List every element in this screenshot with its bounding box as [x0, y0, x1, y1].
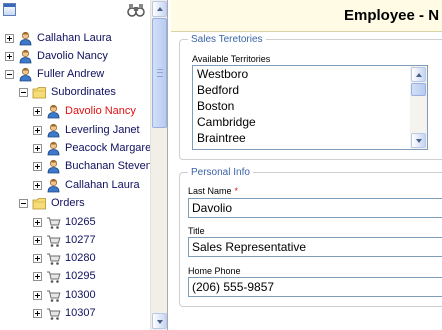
expand-icon[interactable]	[33, 125, 42, 135]
tree-node-label[interactable]: Peacock Margaret	[65, 142, 150, 154]
personal-info-legend: Personal Info	[191, 167, 250, 178]
expand-icon[interactable]	[33, 271, 42, 281]
available-territories-label: Available Territories	[192, 54, 271, 64]
person-icon	[18, 31, 33, 46]
list-item[interactable]: Westboro	[197, 67, 248, 83]
person-icon	[46, 159, 61, 174]
person-icon	[46, 123, 61, 138]
person-icon	[46, 178, 61, 193]
last-name-field[interactable]	[188, 198, 442, 218]
expand-icon[interactable]	[33, 217, 42, 227]
cart-icon	[46, 251, 61, 266]
tree-node[interactable]: Davolio Nancy	[33, 103, 136, 119]
tree-node[interactable]: 10277	[33, 232, 96, 248]
list-item[interactable]: Braintree	[197, 131, 246, 147]
list-item[interactable]: Cambridge	[197, 115, 256, 131]
tree-node[interactable]: 10265	[33, 214, 96, 230]
tree-node[interactable]: 10300	[33, 287, 96, 303]
expand-icon[interactable]	[33, 253, 42, 263]
territories-listbox[interactable]: Westboro Bedford Boston Cambridge Braint…	[192, 65, 428, 150]
expand-icon[interactable]	[33, 161, 42, 171]
tree-node-label[interactable]: 10277	[65, 234, 96, 246]
tree-node[interactable]: Callahan Laura	[5, 30, 112, 46]
expand-icon[interactable]	[33, 143, 42, 153]
list-item[interactable]: Bedford	[197, 83, 239, 99]
title-label: Title	[188, 226, 205, 236]
tree-node-label[interactable]: 10280	[65, 252, 96, 264]
tree-pane: Callahan Laura Davolio Nancy Fuller Andrew…	[0, 0, 167, 330]
person-icon	[46, 104, 61, 119]
tree-scrollbar[interactable]	[150, 0, 167, 330]
tree-node-label[interactable]: Subordinates	[51, 86, 116, 98]
form-title: Employee - N	[344, 7, 440, 24]
tree-node-label[interactable]: Callahan Laura	[37, 32, 112, 44]
expand-icon[interactable]	[33, 308, 42, 318]
scroll-thumb[interactable]	[152, 18, 167, 128]
cart-icon	[46, 215, 61, 230]
cart-icon	[46, 306, 61, 321]
tree-node[interactable]: 10295	[33, 268, 96, 284]
tree-node[interactable]: Davolio Nancy	[5, 48, 108, 64]
folder-icon	[32, 85, 47, 100]
tree-node-label[interactable]: Callahan Laura	[65, 179, 140, 191]
required-marker: *	[234, 186, 239, 196]
tree-node[interactable]: Subordinates	[19, 84, 116, 100]
listbox-scroll-up-button[interactable]	[411, 67, 426, 82]
tree-node-label[interactable]: Davolio Nancy	[65, 105, 136, 117]
tree-toolbar	[0, 0, 150, 22]
tree-node[interactable]: Callahan Laura	[33, 177, 140, 193]
last-name-label-text: Last Name	[188, 186, 232, 196]
cart-icon	[46, 269, 61, 284]
tree-node[interactable]: 10307	[33, 305, 96, 321]
listbox-scroll-down-button[interactable]	[411, 133, 426, 148]
expand-icon[interactable]	[33, 290, 42, 300]
tree-node[interactable]: 10280	[33, 250, 96, 266]
tree-node[interactable]: Leverling Janet	[33, 122, 140, 138]
employee-form: Employee - N Sales Teretories Available …	[171, 0, 442, 330]
home-phone-field[interactable]	[188, 277, 442, 297]
tree-node-label[interactable]: 10295	[65, 270, 96, 282]
cart-icon	[46, 233, 61, 248]
window-toggle-icon[interactable]	[3, 3, 16, 16]
person-icon	[18, 67, 33, 82]
home-phone-label: Home Phone	[188, 266, 241, 276]
scroll-up-button[interactable]	[152, 1, 167, 17]
tree-node[interactable]: Orders	[19, 195, 85, 211]
tree-node-label[interactable]: Leverling Janet	[65, 124, 140, 136]
expand-icon[interactable]	[5, 51, 14, 61]
tree-node-label[interactable]: Orders	[51, 197, 85, 209]
person-icon	[18, 49, 33, 64]
tree-node-label[interactable]: Davolio Nancy	[37, 50, 108, 62]
expand-icon[interactable]	[33, 106, 42, 116]
tree-view: Callahan Laura Davolio Nancy Fuller Andrew…	[0, 22, 150, 330]
tree-node-label[interactable]: Fuller Andrew	[37, 68, 104, 80]
cart-icon	[46, 288, 61, 303]
tree-node-label[interactable]: 10300	[65, 289, 96, 301]
binoculars-icon[interactable]	[126, 2, 146, 18]
tree-node-label[interactable]: 10265	[65, 216, 96, 228]
form-header: Employee - N	[171, 0, 442, 32]
grip-icon	[157, 69, 163, 77]
title-field[interactable]	[188, 237, 442, 257]
collapse-icon[interactable]	[5, 69, 14, 79]
scroll-down-button[interactable]	[152, 313, 167, 329]
person-icon	[46, 141, 61, 156]
tree-node-label[interactable]: 10307	[65, 307, 96, 319]
listbox-scroll-thumb[interactable]	[411, 83, 426, 96]
tree-node-label[interactable]: Buchanan Steven	[65, 160, 150, 172]
expand-icon[interactable]	[5, 33, 14, 43]
territories-legend: Sales Teretories	[191, 34, 263, 45]
expand-icon[interactable]	[33, 235, 42, 245]
listbox-scrollbar[interactable]	[410, 66, 427, 149]
tree-node[interactable]: Peacock Margaret	[33, 140, 150, 156]
last-name-label: Last Name *	[188, 186, 238, 196]
tree-node[interactable]: Buchanan Steven	[33, 158, 150, 174]
tree-node[interactable]: Fuller Andrew	[5, 66, 104, 82]
expand-icon[interactable]	[33, 180, 42, 190]
folder-icon	[32, 196, 47, 211]
collapse-icon[interactable]	[19, 198, 28, 208]
list-item[interactable]: Boston	[197, 99, 234, 115]
collapse-icon[interactable]	[19, 87, 28, 97]
